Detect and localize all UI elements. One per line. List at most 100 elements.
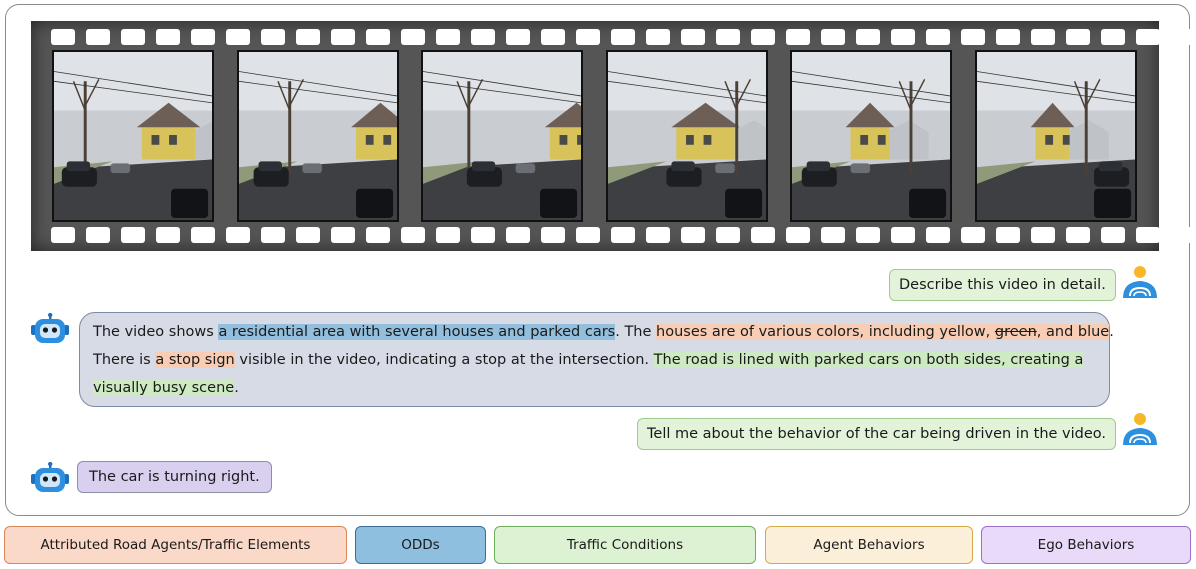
legend-agent-behaviors: Agent Behaviors bbox=[765, 526, 973, 564]
sprocket-hole bbox=[961, 227, 985, 243]
highlight-traffic-condition: The road is lined with parked cars on bo… bbox=[653, 352, 1084, 368]
sprocket-hole bbox=[1171, 227, 1195, 243]
film-strip bbox=[31, 21, 1195, 251]
bot-message-1: The video shows a residential area with … bbox=[79, 312, 1114, 407]
sprocket-hole bbox=[541, 227, 565, 243]
sprocket-hole bbox=[506, 227, 530, 243]
legend-odds: ODDs bbox=[355, 526, 486, 564]
sprocket-hole bbox=[681, 29, 705, 45]
sprocket-hole bbox=[611, 227, 635, 243]
user-avatar-icon bbox=[1119, 411, 1161, 451]
sprocket-hole bbox=[926, 29, 950, 45]
sprocket-hole bbox=[331, 227, 355, 243]
sprocket-hole bbox=[1066, 227, 1090, 243]
sprocket-hole bbox=[1101, 29, 1125, 45]
sprocket-hole bbox=[751, 227, 775, 243]
user-avatar-icon bbox=[1119, 264, 1161, 304]
sprocket-hole bbox=[891, 227, 915, 243]
sprocket-hole bbox=[296, 29, 320, 45]
sprocket-hole bbox=[401, 29, 425, 45]
highlight-road-agent: houses are of various colors, including … bbox=[656, 324, 1110, 340]
sprocket-hole bbox=[646, 227, 670, 243]
sprocket-hole bbox=[261, 29, 285, 45]
sprocket-hole bbox=[366, 227, 390, 243]
sprocket-hole bbox=[716, 227, 740, 243]
sprocket-hole bbox=[191, 29, 215, 45]
sprocket-hole bbox=[366, 29, 390, 45]
sprocket-hole bbox=[261, 227, 285, 243]
sprocket-hole bbox=[576, 227, 600, 243]
sprocket-hole bbox=[856, 29, 880, 45]
sprocket-hole bbox=[1066, 29, 1090, 45]
bot-message-2-text: The car is turning right. bbox=[89, 469, 260, 485]
sprocket-hole bbox=[541, 29, 565, 45]
sprocket-hole bbox=[51, 29, 75, 45]
bot-message-2: The car is turning right. bbox=[77, 461, 272, 493]
bot-text-segment: The video shows bbox=[93, 324, 219, 340]
sprocket-hole bbox=[1101, 227, 1125, 243]
video-frame-1 bbox=[52, 50, 214, 222]
legend-label: Traffic Conditions bbox=[566, 537, 684, 553]
bot-text-segment: houses are of various colors, including … bbox=[656, 324, 995, 340]
sprocket-hole bbox=[226, 227, 250, 243]
sprocket-hole bbox=[1136, 29, 1160, 45]
sprocket-hole bbox=[51, 227, 75, 243]
bot-text-segment: , and blue bbox=[1036, 324, 1110, 340]
sprocket-hole bbox=[646, 29, 670, 45]
sprocket-hole bbox=[1136, 227, 1160, 243]
sprocket-hole bbox=[786, 29, 810, 45]
robot-avatar-icon bbox=[30, 312, 70, 351]
bot-message-1-line-3: visually busy scene. bbox=[93, 374, 1096, 402]
sprocket-hole bbox=[401, 227, 425, 243]
sprocket-hole bbox=[1031, 227, 1055, 243]
robot-avatar-icon bbox=[30, 461, 70, 500]
sprocket-hole bbox=[1031, 29, 1055, 45]
sprocket-hole bbox=[156, 29, 180, 45]
sprocket-hole bbox=[786, 227, 810, 243]
sprocket-hole bbox=[996, 227, 1020, 243]
highlight-traffic-condition: visually busy scene bbox=[93, 380, 235, 396]
video-frame-5 bbox=[790, 50, 952, 222]
bot-text-segment: visible in the video, indicating a stop … bbox=[234, 352, 654, 368]
legend-label: Ego Behaviors bbox=[1037, 537, 1135, 553]
sprocket-hole bbox=[821, 29, 845, 45]
legend-label: ODDs bbox=[401, 537, 440, 553]
sprocket-hole bbox=[331, 29, 355, 45]
sprocket-hole bbox=[821, 227, 845, 243]
sprocket-hole bbox=[471, 29, 495, 45]
sprocket-hole bbox=[751, 29, 775, 45]
legend-attributed-road-agents: Attributed Road Agents/Traffic Elements bbox=[4, 526, 347, 564]
sprocket-hole bbox=[86, 227, 110, 243]
sprocket-hole bbox=[506, 29, 530, 45]
sprocket-hole bbox=[716, 29, 740, 45]
sprocket-hole bbox=[226, 29, 250, 45]
sprocket-hole bbox=[1171, 29, 1195, 45]
sprocket-hole bbox=[926, 227, 950, 243]
bot-text-segment: . The bbox=[615, 324, 657, 340]
sprocket-hole bbox=[611, 29, 635, 45]
sprocket-hole bbox=[891, 29, 915, 45]
sprocket-hole bbox=[681, 227, 705, 243]
sprocket-hole bbox=[121, 29, 145, 45]
sprocket-hole bbox=[471, 227, 495, 243]
legend-traffic-conditions: Traffic Conditions bbox=[494, 526, 756, 564]
film-sprocket-holes-top bbox=[51, 29, 1195, 45]
sprocket-hole bbox=[996, 29, 1020, 45]
user-message-2: Tell me about the behavior of the car be… bbox=[637, 418, 1117, 450]
film-sprocket-holes-bottom bbox=[51, 227, 1195, 243]
sprocket-hole bbox=[436, 29, 460, 45]
sprocket-hole bbox=[86, 29, 110, 45]
user-message-1: Describe this video in detail. bbox=[889, 269, 1116, 301]
video-frame-3 bbox=[421, 50, 583, 222]
sprocket-hole bbox=[856, 227, 880, 243]
video-frame-2 bbox=[237, 50, 399, 222]
sprocket-hole bbox=[576, 29, 600, 45]
user-message-2-text: Tell me about the behavior of the car be… bbox=[647, 426, 1107, 442]
bot-message-1-line-2: There is a stop sign visible in the vide… bbox=[93, 346, 1096, 374]
sprocket-hole bbox=[436, 227, 460, 243]
sprocket-hole bbox=[121, 227, 145, 243]
bot-text-segment: . bbox=[1109, 324, 1114, 340]
user-message-1-text: Describe this video in detail. bbox=[899, 277, 1106, 293]
sprocket-hole bbox=[156, 227, 180, 243]
legend-label: Agent Behaviors bbox=[813, 537, 925, 553]
